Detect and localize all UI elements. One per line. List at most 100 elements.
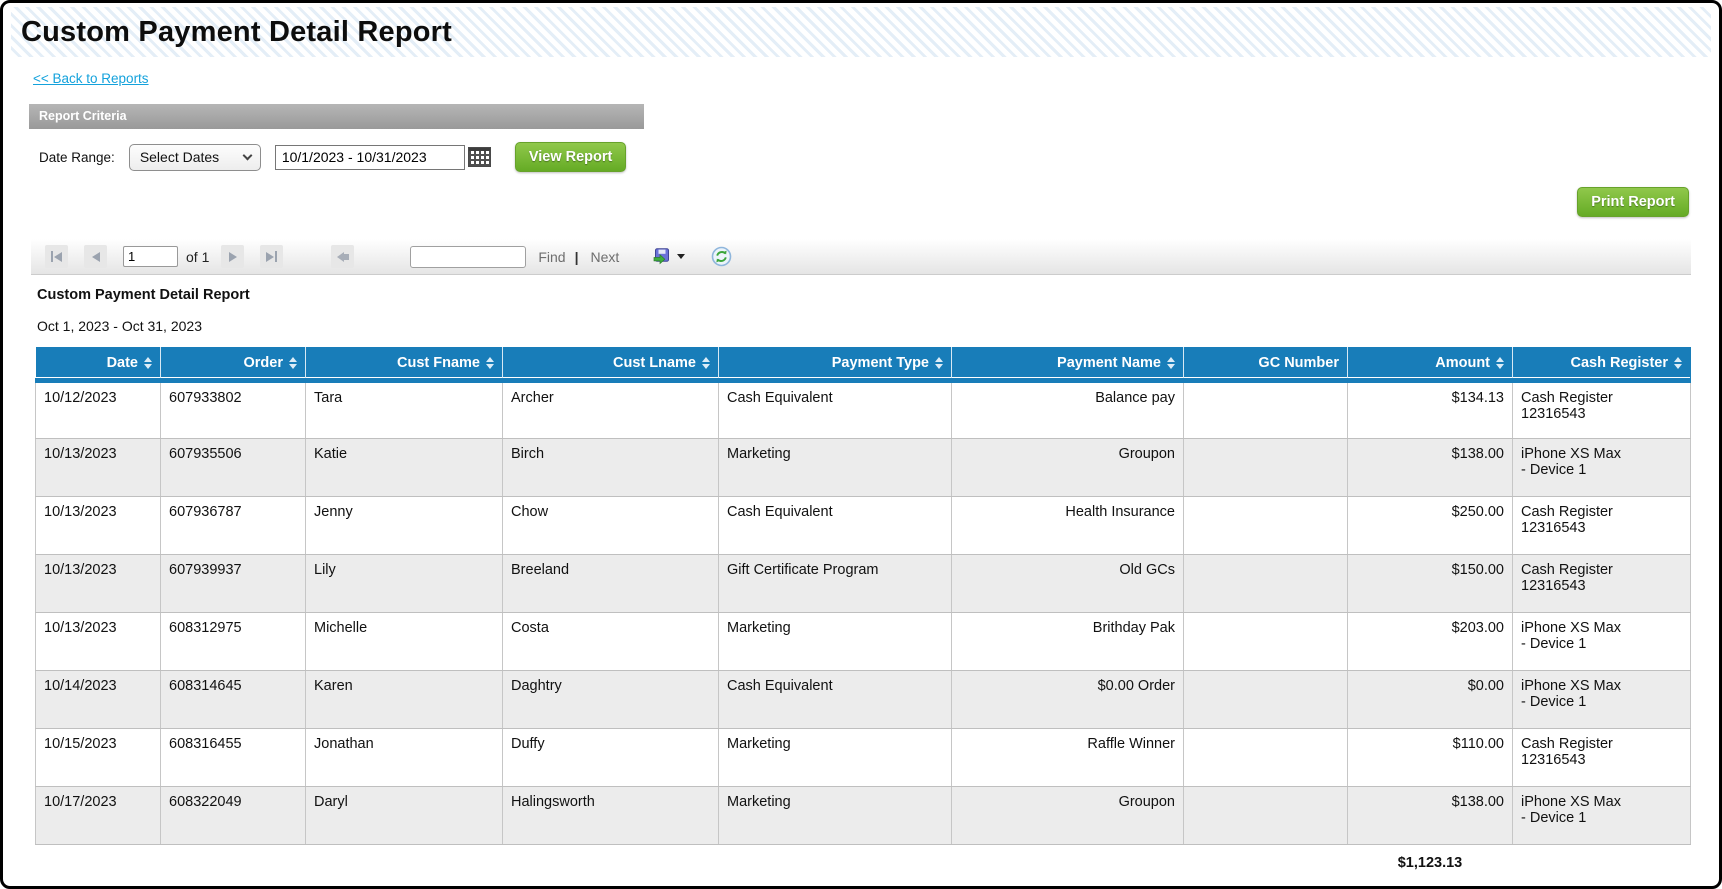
cell-cash_register: Cash Register 12316543 <box>1512 496 1691 555</box>
view-report-button[interactable]: View Report <box>514 142 627 172</box>
cell-cust_fname: Katie <box>305 438 503 497</box>
page-number-input[interactable] <box>123 246 178 267</box>
cell-amount: $250.00 <box>1347 496 1513 555</box>
cell-payment_type: Marketing <box>718 786 952 845</box>
sort-icon <box>486 357 494 369</box>
cell-cust_fname: Karen <box>305 670 503 729</box>
column-header-cust_lname[interactable]: Cust Lname <box>502 347 719 383</box>
cell-order: 607933802 <box>160 380 306 439</box>
cell-gc_number <box>1183 554 1348 613</box>
sort-icon <box>1496 357 1504 369</box>
cell-date: 10/13/2023 <box>35 438 161 497</box>
column-label: Order <box>243 355 284 371</box>
export-button[interactable] <box>653 248 686 265</box>
cell-payment_name: Groupon <box>951 438 1184 497</box>
table-row: 10/14/2023 608314645 Karen Daghtry Cash Equi… <box>35 670 1691 729</box>
cell-cust_fname: Daryl <box>305 786 503 845</box>
report-content: Custom Payment Detail Report Oct 1, 2023… <box>31 275 1691 878</box>
cell-cust_lname: Halingsworth <box>502 786 719 845</box>
cell-date: 10/13/2023 <box>35 612 161 671</box>
refresh-button[interactable] <box>711 246 732 267</box>
cell-date: 10/14/2023 <box>35 670 161 729</box>
column-header-order[interactable]: Order <box>160 347 306 383</box>
cell-amount: $203.00 <box>1347 612 1513 671</box>
cell-payment_type: Cash Equivalent <box>718 380 952 439</box>
cell-order: 607935506 <box>160 438 306 497</box>
chevron-down-icon <box>242 150 253 160</box>
cell-cash_register: iPhone XS Max - Device 1 <box>1512 612 1691 671</box>
find-text-input[interactable] <box>410 245 527 268</box>
cell-payment_name: Raffle Winner <box>951 728 1184 787</box>
cell-order: 607939937 <box>160 554 306 613</box>
back-to-parent-report-button[interactable] <box>331 245 355 268</box>
report-viewer: of 1 Find | Next <box>31 239 1691 878</box>
previous-page-button[interactable] <box>84 245 107 268</box>
cell-order: 608312975 <box>160 612 306 671</box>
date-range-input[interactable] <box>274 144 465 170</box>
cell-cash_register: Cash Register 12316543 <box>1512 554 1691 613</box>
cell-date: 10/15/2023 <box>35 728 161 787</box>
find-link[interactable]: Find <box>538 249 565 265</box>
report-title: Custom Payment Detail Report <box>37 287 250 303</box>
cell-order: 608316455 <box>160 728 306 787</box>
cell-cust_fname: Lily <box>305 554 503 613</box>
column-header-amount[interactable]: Amount <box>1347 347 1513 383</box>
first-page-button[interactable] <box>45 245 68 268</box>
report-criteria-header: Report Criteria <box>29 104 644 129</box>
cell-cash_register: Cash Register 12316543 <box>1512 380 1691 439</box>
column-label: GC Number <box>1258 355 1339 371</box>
column-header-payment_type[interactable]: Payment Type <box>718 347 952 383</box>
cell-payment_name: $0.00 Order <box>951 670 1184 729</box>
cell-gc_number <box>1183 612 1348 671</box>
column-label: Cust Lname <box>613 355 696 371</box>
table-row: 10/13/2023 607936787 Jenny Chow Cash Equival… <box>35 496 1691 555</box>
cell-payment_type: Marketing <box>718 438 952 497</box>
cell-cust_lname: Breeland <box>502 554 719 613</box>
column-header-cust_fname[interactable]: Cust Fname <box>305 347 503 383</box>
first-page-icon <box>51 251 53 262</box>
cell-cust_lname: Chow <box>502 496 719 555</box>
cell-payment_name: Balance pay <box>951 380 1184 439</box>
page-title: Custom Payment Detail Report <box>11 7 1711 57</box>
page: Custom Payment Detail Report << Back to … <box>0 0 1722 889</box>
column-header-date[interactable]: Date <box>35 347 161 383</box>
sort-icon <box>702 357 710 369</box>
cell-amount: $110.00 <box>1347 728 1513 787</box>
cell-gc_number <box>1183 786 1348 845</box>
date-range-select[interactable]: Select Dates <box>128 143 261 171</box>
table-row: 10/17/2023 608322049 Daryl Halingsworth Mark… <box>35 786 1691 845</box>
cell-amount: $138.00 <box>1347 438 1513 497</box>
export-dropdown-caret-icon <box>677 254 686 259</box>
table-body: 10/12/2023 607933802 Tara Archer Cash Equiva… <box>35 380 1691 845</box>
cell-cust_fname: Tara <box>305 380 503 439</box>
cell-payment_type: Gift Certificate Program <box>718 554 952 613</box>
cell-payment_name: Brithday Pak <box>951 612 1184 671</box>
column-header-cash_register[interactable]: Cash Register <box>1512 347 1691 383</box>
calendar-icon[interactable] <box>467 147 491 167</box>
last-page-icon <box>266 251 275 262</box>
find-next-divider: | <box>574 248 579 265</box>
criteria-row: Date Range: Select Dates View Report <box>29 142 644 172</box>
refresh-icon <box>712 246 732 267</box>
back-to-reports-link[interactable]: << Back to Reports <box>33 71 149 86</box>
date-range-select-value: Select Dates <box>139 149 220 165</box>
date-range-label: Date Range: <box>39 149 115 165</box>
column-label: Payment Name <box>1057 355 1161 371</box>
back-arrow-icon <box>336 251 349 262</box>
column-header-payment_name[interactable]: Payment Name <box>951 347 1184 383</box>
cell-date: 10/12/2023 <box>35 380 161 439</box>
cell-order: 607936787 <box>160 496 306 555</box>
column-label: Date <box>106 355 138 371</box>
find-next-link[interactable]: Next <box>591 249 620 265</box>
cell-gc_number <box>1183 728 1348 787</box>
cell-date: 10/17/2023 <box>35 786 161 845</box>
cell-cash_register: iPhone XS Max - Device 1 <box>1512 438 1691 497</box>
cell-order: 608314645 <box>160 670 306 729</box>
column-label: Cust Fname <box>397 355 480 371</box>
previous-page-icon <box>91 251 100 262</box>
column-label: Cash Register <box>1570 355 1668 371</box>
last-page-button[interactable] <box>260 245 284 268</box>
next-page-button[interactable] <box>221 245 245 268</box>
print-report-button[interactable]: Print Report <box>1577 187 1689 217</box>
table-row: 10/13/2023 607935506 Katie Birch Marketing Gr… <box>35 438 1691 497</box>
